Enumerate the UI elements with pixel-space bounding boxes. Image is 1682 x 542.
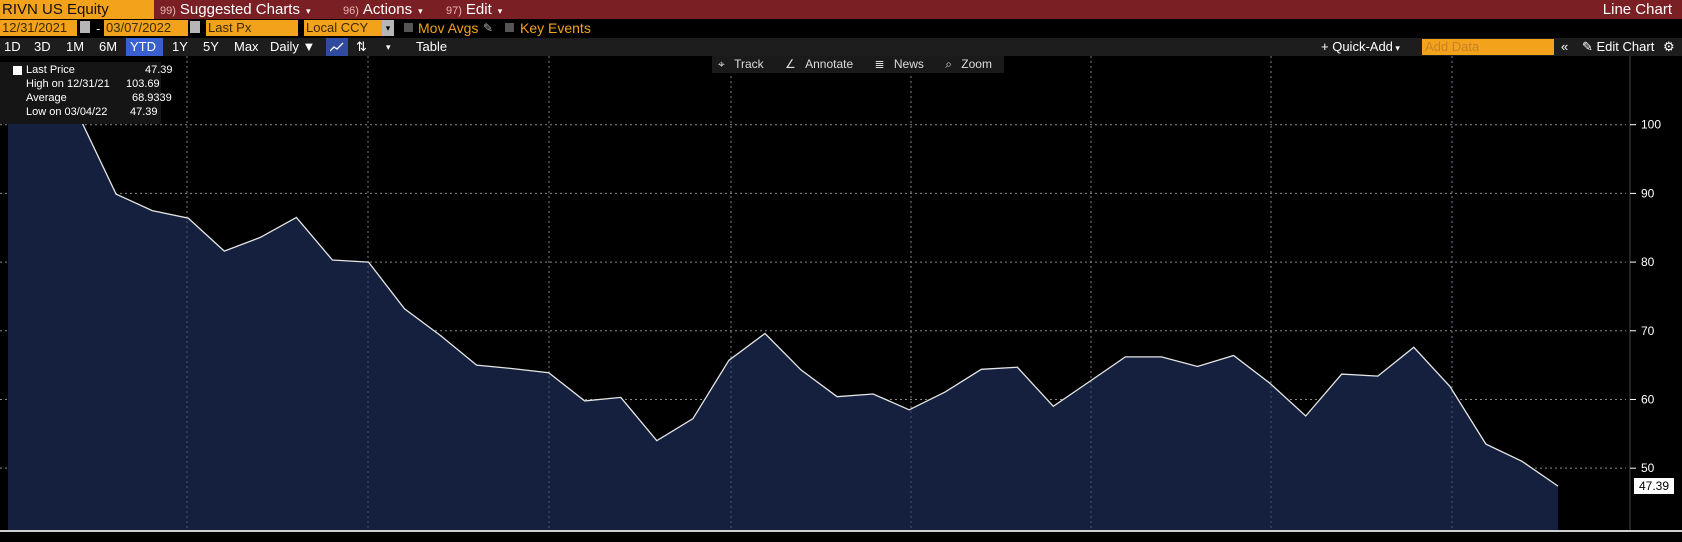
mov-avgs-label: Mov Avgs xyxy=(418,20,479,36)
legend-value: 103.69 xyxy=(126,78,160,90)
annotate-label: Annotate xyxy=(805,57,854,71)
toolbar: 1D 3D 1M 6M YTD 1Y 5Y Max Daily ▼ ⇅ ▾ Ta… xyxy=(0,38,1682,56)
chevron-down-icon: ▾ xyxy=(418,6,423,16)
legend-row: Low on 03/04/22 47.39 xyxy=(26,106,161,118)
start-date-field[interactable]: 12/31/2021 xyxy=(0,20,77,36)
menu-edit[interactable]: 97) Edit ▾ xyxy=(446,0,502,19)
chart-tools: ⌖ Track ∠ Annotate ≣ News ⌕ Zoom xyxy=(712,56,1004,73)
chevron-down-icon: ▾ xyxy=(1392,43,1400,53)
chevron-down-icon[interactable]: ▾ xyxy=(382,20,394,36)
menu-actions[interactable]: 96) Actions ▾ xyxy=(343,0,423,19)
end-date-field[interactable]: 03/07/2022 xyxy=(104,20,188,36)
price-area xyxy=(8,99,1558,531)
legend-value: 68.9339 xyxy=(132,92,172,104)
last-price-marker: 47.39 xyxy=(1634,478,1674,495)
top-bar: RIVN US Equity 99) Suggested Charts ▾ 96) A… xyxy=(0,0,1682,19)
menu-number: 96) xyxy=(343,5,359,17)
legend-label: Low on 03/04/22 xyxy=(26,106,108,118)
menu-label: Suggested Charts xyxy=(179,1,300,18)
table-button[interactable]: Table xyxy=(412,38,451,56)
edit-chart-label: Edit Chart xyxy=(1596,39,1655,54)
ticker-field[interactable]: RIVN US Equity xyxy=(0,0,154,19)
legend: Last Price 47.39 High on 12/31/21 103.69 A… xyxy=(0,62,173,124)
legend-row: High on 12/31/21 103.69 xyxy=(26,78,161,90)
quick-add-label: Quick-Add xyxy=(1332,39,1393,54)
chevron-down-icon[interactable]: ▾ xyxy=(382,38,395,56)
range-1m[interactable]: 1M xyxy=(62,38,88,56)
chevron-down-icon: ▾ xyxy=(497,6,503,16)
legend-label: Last Price xyxy=(26,64,75,76)
date-separator: - xyxy=(96,21,101,36)
range-1d[interactable]: 1D xyxy=(0,38,25,56)
range-6m[interactable]: 6M xyxy=(95,38,121,56)
news-label: News xyxy=(893,57,924,71)
range-5y[interactable]: 5Y xyxy=(199,38,223,56)
series-swatch xyxy=(13,66,22,75)
menu-label: Actions xyxy=(362,1,413,18)
y-tick-label: 70 xyxy=(1641,324,1655,338)
range-max[interactable]: Max xyxy=(230,38,263,56)
controls-row: 12/31/2021 - 03/07/2022 Last Px Local CC… xyxy=(0,19,1682,38)
zoom-label: Zoom xyxy=(961,57,992,71)
key-events-checkbox[interactable] xyxy=(505,23,514,32)
range-1y[interactable]: 1Y xyxy=(168,38,192,56)
frequency-select[interactable]: Daily ▼ xyxy=(266,38,319,56)
pencil-icon: ✎ xyxy=(1582,39,1597,54)
legend-label: High on 12/31/21 xyxy=(26,78,110,90)
edit-chart-button[interactable]: ✎ Edit Chart xyxy=(1582,38,1654,56)
price-field-select[interactable]: Last Px xyxy=(206,20,298,36)
menu-suggested-charts[interactable]: 99) Suggested Charts ▾ xyxy=(160,0,311,19)
legend-value: 47.39 xyxy=(145,64,173,76)
chart-kind-title: Line Chart xyxy=(1602,1,1672,18)
annotate-tool[interactable]: ∠ Annotate xyxy=(785,57,859,71)
y-tick-label: 60 xyxy=(1641,392,1655,406)
legend-value: 47.39 xyxy=(130,106,158,118)
quick-add-button[interactable]: + Quick-Add ▾ xyxy=(1321,38,1400,57)
calendar-icon[interactable] xyxy=(190,21,200,33)
add-data-input[interactable]: Add Data xyxy=(1422,39,1554,55)
price-chart[interactable]: 50 60 70 80 90 100 xyxy=(0,56,1682,542)
chevron-down-icon: ▾ xyxy=(305,6,311,16)
legend-row: Average 68.9339 xyxy=(26,92,172,104)
legend-label: Average xyxy=(26,92,67,104)
range-ytd[interactable]: YTD xyxy=(126,38,163,56)
currency-select[interactable]: Local CCY xyxy=(304,20,382,36)
y-tick-label: 90 xyxy=(1641,186,1655,200)
frequency-label: Daily xyxy=(270,39,299,54)
legend-row: Last Price 47.39 xyxy=(26,64,173,76)
news-tool[interactable]: ≣ News xyxy=(874,57,929,71)
key-events-label: Key Events xyxy=(520,20,591,36)
zoom-tool[interactable]: ⌕ Zoom xyxy=(945,57,998,71)
mov-avgs-checkbox[interactable] xyxy=(404,23,413,32)
menu-label: Edit xyxy=(465,1,492,18)
bar-chart-icon[interactable]: ⇅ xyxy=(352,38,371,56)
gear-icon[interactable]: ⚙ xyxy=(1663,38,1675,56)
menu-number: 97) xyxy=(446,5,462,17)
pencil-icon[interactable]: ✎ xyxy=(483,19,493,38)
menu-number: 99) xyxy=(160,5,176,17)
track-tool[interactable]: ⌖ Track xyxy=(718,57,770,71)
plus-icon: + xyxy=(1321,39,1333,54)
track-label: Track xyxy=(734,57,764,71)
collapse-icon[interactable]: « xyxy=(1561,38,1568,56)
y-tick-label: 100 xyxy=(1641,118,1661,132)
y-tick-label: 50 xyxy=(1641,461,1655,475)
line-chart-icon[interactable] xyxy=(326,38,348,56)
range-3d[interactable]: 3D xyxy=(30,38,55,56)
y-tick-label: 80 xyxy=(1641,255,1655,269)
chevron-down-icon: ▼ xyxy=(302,39,316,54)
calendar-icon[interactable] xyxy=(80,21,90,33)
